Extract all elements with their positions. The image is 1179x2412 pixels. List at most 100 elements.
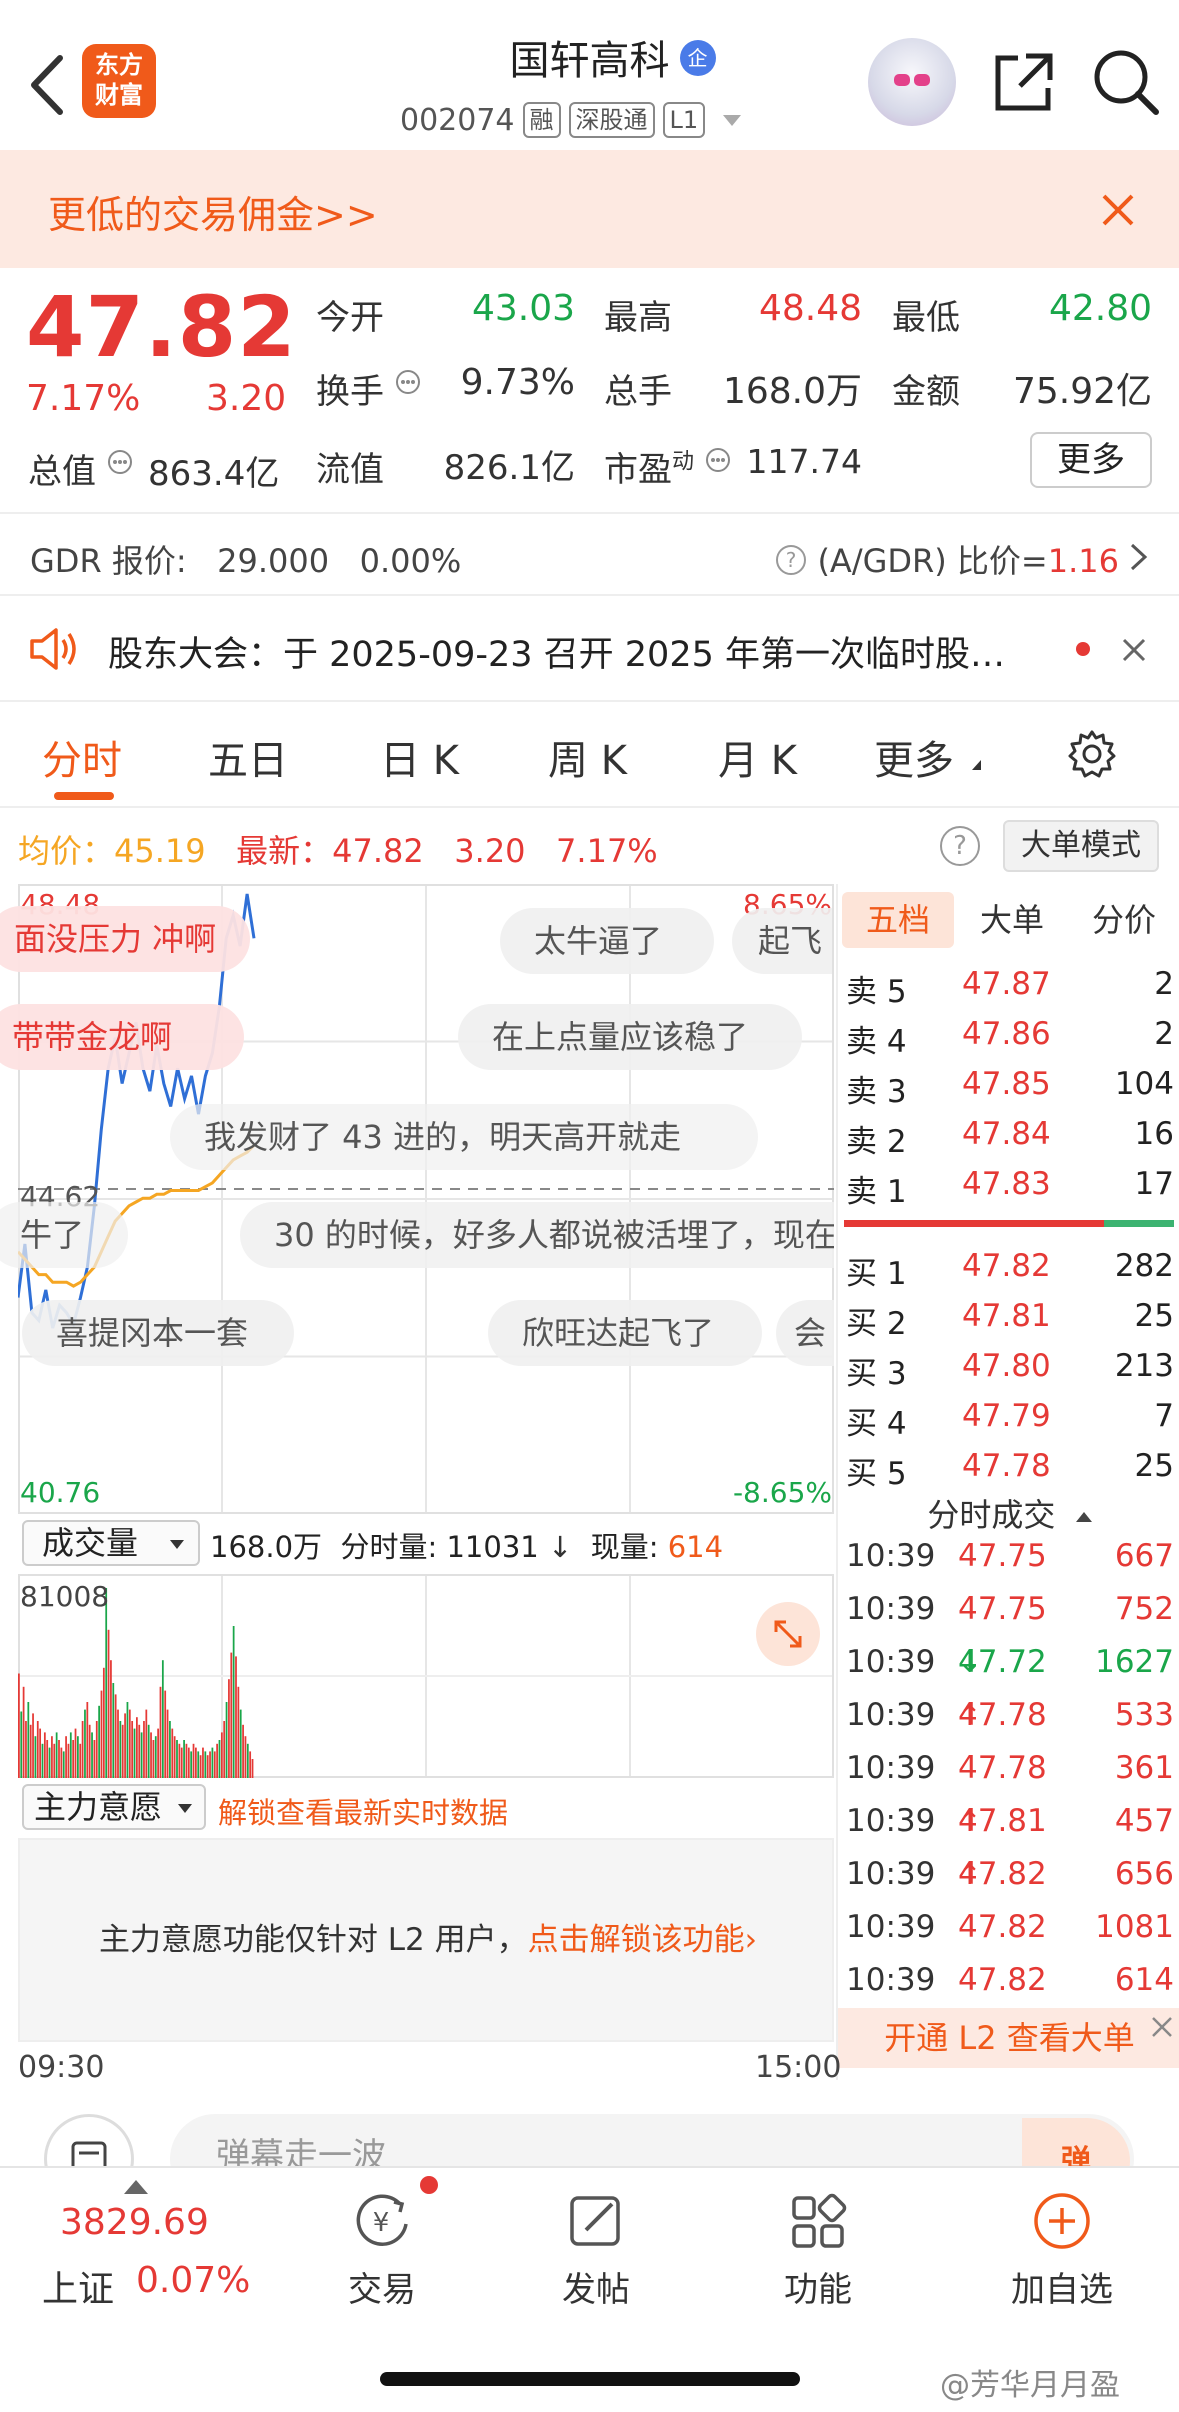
nav-functions[interactable]: 功能	[748, 2190, 888, 2311]
danmaku-bullet[interactable]: 欣旺达起飞了	[488, 1300, 762, 1366]
down-arrow-icon: ↓	[547, 1530, 573, 1564]
l2-big-order-promo[interactable]: 开通 L2 查看大单	[838, 2008, 1179, 2068]
volume-chart[interactable]: 81008	[18, 1574, 834, 1778]
ask-row[interactable]: 卖 4 47.86 2	[846, 1016, 1174, 1064]
danmaku-bullet[interactable]: 喜提冈本一套	[22, 1300, 294, 1366]
stock-code-row[interactable]: 002074 融 深股通 L1	[400, 100, 742, 140]
big-order-mode-button[interactable]: 大单模式	[1003, 820, 1159, 872]
danmaku-input-bar: 弹幕走一波 弹	[0, 2088, 1179, 2168]
help-icon[interactable]: ?	[775, 544, 807, 576]
volume-bar	[173, 1736, 176, 1778]
promo-text[interactable]: 更低的交易佣金>>	[48, 184, 378, 239]
ask-row[interactable]: 卖 3 47.85 104	[846, 1066, 1174, 1114]
tab-more[interactable]: 更多	[874, 728, 954, 786]
comment-list-icon[interactable]	[44, 2114, 134, 2168]
danmaku-bullet[interactable]: 在上点量应该稳了	[458, 1004, 802, 1070]
index-value[interactable]: 3829.69	[60, 2202, 209, 2243]
danmaku-bullet[interactable]: 30 的时候，好多人都说被活埋了，现在	[240, 1202, 834, 1268]
main-force-select[interactable]: 主力意愿	[22, 1784, 206, 1830]
robot-assistant-avatar[interactable]	[868, 38, 956, 126]
close-icon[interactable]	[1120, 636, 1148, 664]
help-icon[interactable]: ?	[940, 826, 980, 866]
share-icon[interactable]	[990, 48, 1058, 116]
danmaku-input[interactable]: 弹幕走一波	[170, 2114, 1134, 2168]
tab-five-levels[interactable]: 五档	[842, 892, 954, 948]
chevron-right-icon[interactable]	[1128, 542, 1150, 572]
danmaku-bullet[interactable]: 太牛逼了	[500, 908, 714, 974]
tick-volume: 361	[1114, 1750, 1174, 1786]
info-dots-icon[interactable]	[107, 449, 133, 475]
ask-row[interactable]: 卖 5 47.87 2	[846, 966, 1174, 1014]
tab-weekly-k[interactable]: 周 K	[548, 728, 627, 786]
avg-label: 均价：	[18, 832, 115, 870]
nav-post[interactable]: 发帖	[526, 2190, 666, 2311]
chevron-down-icon[interactable]	[723, 114, 742, 126]
unlock-feature-link[interactable]: 点击解锁该功能	[528, 1922, 745, 1958]
bid-row[interactable]: 买 1 47.82 282	[846, 1248, 1174, 1296]
volume-indicator-select[interactable]: 成交量	[22, 1520, 200, 1566]
index-name[interactable]: 上证	[42, 2260, 114, 2312]
quote-panel: 47.82 7.17% 3.20 总值 863.4亿 今开 43.03 最高 4…	[0, 268, 1179, 500]
close-icon[interactable]	[1098, 190, 1138, 230]
volume-bar	[27, 1702, 30, 1778]
close-icon[interactable]	[1149, 2014, 1175, 2040]
volume-bar	[218, 1740, 221, 1778]
commission-promo-banner[interactable]: 更低的交易佣金>>	[0, 150, 1179, 268]
search-icon[interactable]	[1090, 46, 1162, 118]
danmaku-bullet[interactable]: 起飞	[732, 908, 832, 974]
tab-five-day[interactable]: 五日	[208, 728, 288, 786]
intraday-chart[interactable]: 48.48 8.65% 44.62 40.76 -8.65% 面没压力 冲啊 太…	[0, 884, 834, 1514]
tab-daily-k[interactable]: 日 K	[380, 728, 459, 786]
expand-chart-button[interactable]	[756, 1602, 820, 1666]
tick-volume: 457	[1114, 1803, 1174, 1839]
active-tab-underline	[54, 792, 114, 800]
average-price-row: 均价：45.19 最新：47.82 3.20 7.17%	[18, 826, 658, 872]
settings-gear-icon[interactable]	[1066, 728, 1118, 780]
tick-time: 10:39	[846, 1591, 936, 1627]
bid-row[interactable]: 买 5 47.78 25	[846, 1448, 1174, 1496]
info-dots-icon[interactable]	[705, 447, 731, 473]
tick-row: 10:39 47.82 614	[846, 1962, 1174, 2010]
danmaku-bullet[interactable]: 我发财了 43 进的，明天高开就走	[170, 1104, 758, 1170]
last-price: 47.82	[26, 278, 297, 376]
tab-intraday[interactable]: 分时	[42, 728, 122, 786]
nav-trade[interactable]: ¥ 交易	[312, 2190, 452, 2311]
info-dots-icon[interactable]	[395, 369, 421, 395]
volume-bar	[187, 1747, 190, 1778]
chevron-down-icon	[170, 1540, 184, 1549]
gdr-price: 29.000	[217, 542, 330, 580]
bid-row[interactable]: 买 2 47.81 25	[846, 1298, 1174, 1346]
stock-code: 002074	[400, 102, 515, 138]
danmaku-bullet[interactable]: 牛了	[0, 1202, 128, 1268]
tick-list-title[interactable]: 分时成交	[838, 1490, 1179, 1536]
nav-functions-label: 功能	[784, 2270, 852, 2310]
volume-bar	[230, 1652, 233, 1778]
tab-monthly-k[interactable]: 月 K	[718, 728, 797, 786]
shenzhen-connect-tag: 深股通	[568, 102, 655, 138]
nav-add-watchlist[interactable]: 加自选	[992, 2190, 1132, 2311]
more-button[interactable]: 更多	[1030, 432, 1152, 488]
danmaku-bullet[interactable]: 会	[776, 1300, 834, 1366]
ask-row[interactable]: 卖 2 47.84 16	[846, 1116, 1174, 1164]
volume-bar	[220, 1732, 223, 1778]
gdr-row[interactable]: GDR 报价: 29.000 0.00% ? (A/GDR) 比价=1.16	[0, 512, 1179, 596]
bid-row[interactable]: 买 3 47.80 213	[846, 1348, 1174, 1396]
home-indicator[interactable]	[380, 2372, 800, 2386]
corner-caret-icon	[972, 760, 981, 770]
tab-big-orders[interactable]: 大单	[956, 892, 1068, 948]
tab-price-distribution[interactable]: 分价	[1068, 892, 1179, 948]
index-pct[interactable]: 0.07%	[136, 2260, 250, 2301]
announcement-text[interactable]: 股东大会：于 2025-09-23 召开 2025 年第一次临时股东大会	[108, 626, 1038, 677]
pe-value: 117.74	[746, 442, 862, 481]
ask-row[interactable]: 卖 1 47.83 17	[846, 1166, 1174, 1214]
volume-bar	[81, 1721, 84, 1778]
tick-row: 10:39 47.75 667	[846, 1538, 1174, 1586]
tick-time: 10:39	[846, 1803, 936, 1839]
danmaku-bullet[interactable]: 带带金龙啊	[0, 1004, 244, 1070]
announcement-bar[interactable]: 股东大会：于 2025-09-23 召开 2025 年第一次临时股东大会	[0, 596, 1179, 702]
unlock-realtime-link[interactable]: 解锁查看最新实时数据	[218, 1790, 508, 1832]
danmaku-bullet[interactable]: 面没压力 冲啊	[0, 906, 250, 972]
volume-bar	[228, 1679, 230, 1778]
volume-bar	[202, 1747, 204, 1778]
bid-row[interactable]: 买 4 47.79 7	[846, 1398, 1174, 1446]
